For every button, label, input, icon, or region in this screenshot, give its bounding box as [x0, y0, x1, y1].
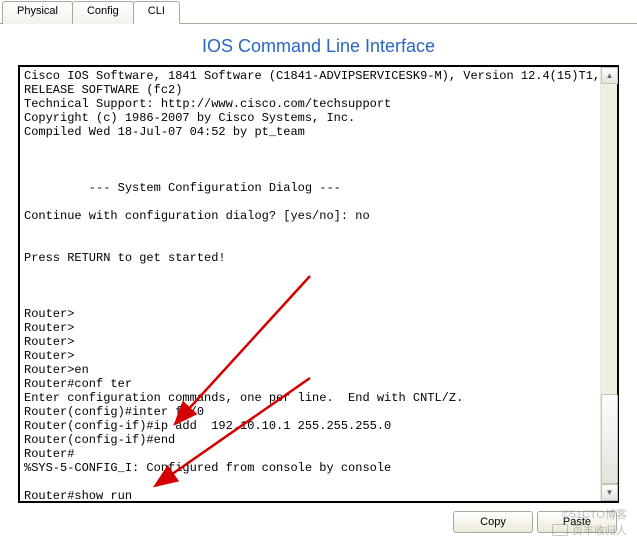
tab-cli[interactable]: CLI: [133, 1, 180, 24]
terminal-container: Cisco IOS Software, 1841 Software (C1841…: [18, 65, 619, 503]
scroll-down-icon[interactable]: ▼: [601, 484, 618, 501]
cli-terminal[interactable]: Cisco IOS Software, 1841 Software (C1841…: [20, 67, 617, 501]
content-panel: IOS Command Line Interface Cisco IOS Sof…: [0, 24, 637, 541]
watermark: 页丰收归人: [552, 522, 627, 538]
tab-physical[interactable]: Physical: [2, 1, 73, 24]
scroll-thumb[interactable]: [601, 394, 618, 484]
tab-strip: Physical Config CLI: [0, 0, 637, 24]
button-row: Copy Paste: [10, 503, 627, 541]
tab-config[interactable]: Config: [72, 1, 134, 24]
page-title: IOS Command Line Interface: [10, 30, 627, 65]
watermark-2: ©51CTO博客: [562, 506, 627, 522]
copy-button[interactable]: Copy: [453, 511, 533, 533]
terminal-scrollbar[interactable]: ▲ ▼: [600, 67, 617, 501]
wechat-icon: [552, 524, 568, 536]
scroll-up-icon[interactable]: ▲: [601, 67, 618, 84]
